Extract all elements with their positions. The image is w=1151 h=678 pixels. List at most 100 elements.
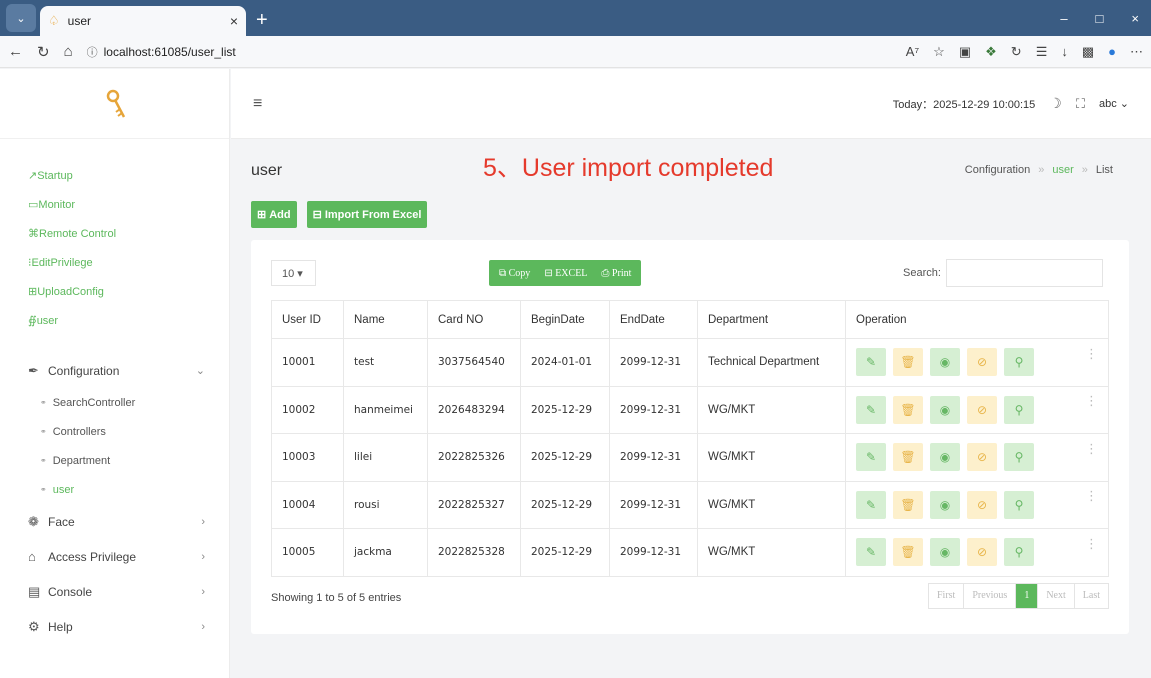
pager-page-1[interactable]: 1 bbox=[1015, 584, 1038, 608]
back-icon[interactable]: ← bbox=[8, 43, 23, 60]
more-vertical-icon[interactable]: ⋮ bbox=[1085, 442, 1098, 457]
browser-tab[interactable]: ♤ user × bbox=[40, 6, 246, 36]
col-department[interactable]: Department bbox=[697, 300, 846, 339]
cell-operations: ✎ 🗑︎ ◉ ⊘ ⚲ ⋮ bbox=[845, 433, 1109, 482]
maximize-icon[interactable]: □ bbox=[1096, 11, 1104, 26]
add-button[interactable]: ⊞ Add bbox=[251, 201, 297, 228]
table-row: 10001 test 3037564540 2024-01-01 2099-12… bbox=[271, 338, 1109, 387]
lock-icon[interactable]: ⚲ bbox=[1004, 348, 1034, 377]
more-vertical-icon[interactable]: ⋮ bbox=[1085, 347, 1098, 362]
refresh-extension-icon[interactable]: ↻ bbox=[1011, 44, 1022, 60]
edit-icon[interactable]: ✎ bbox=[856, 443, 886, 472]
more-vertical-icon[interactable]: ⋮ bbox=[1085, 537, 1098, 552]
user-menu[interactable]: abc ⌄ bbox=[1099, 97, 1129, 110]
col-end-date[interactable]: EndDate bbox=[609, 300, 698, 339]
col-begin-date[interactable]: BeginDate bbox=[520, 300, 610, 339]
edit-icon[interactable]: ✎ bbox=[856, 490, 886, 519]
read-aloud-icon[interactable]: A⁷ bbox=[906, 44, 919, 59]
more-vertical-icon[interactable]: ⋮ bbox=[1085, 489, 1098, 504]
table-toolbar: 10 ▾ ⧉ Copy ⊟ EXCEL ⎙ Print Search: bbox=[251, 240, 1129, 300]
delete-icon[interactable]: 🗑︎ bbox=[893, 443, 923, 472]
edit-icon[interactable]: ✎ bbox=[856, 348, 886, 377]
cell-operations: ✎ 🗑︎ ◉ ⊘ ⚲ ⋮ bbox=[845, 480, 1109, 529]
close-window-icon[interactable]: × bbox=[1131, 11, 1139, 26]
excel-button[interactable]: ⊟ EXCEL bbox=[544, 268, 587, 279]
sidebar-subitem-user[interactable]: ⚭ user bbox=[0, 475, 229, 504]
quick-link-remote-control[interactable]: ⌘Remote Control bbox=[28, 225, 229, 254]
minimize-icon[interactable]: – bbox=[1060, 11, 1067, 26]
pager-last[interactable]: Last bbox=[1073, 584, 1108, 608]
lock-icon[interactable]: ⚲ bbox=[1004, 443, 1034, 472]
screenshot-icon[interactable]: ▩ bbox=[1082, 44, 1094, 60]
disable-icon[interactable]: ⊘ bbox=[967, 490, 997, 519]
delete-icon[interactable]: 🗑︎ bbox=[893, 348, 923, 377]
menu-toggle-icon[interactable]: ≡ bbox=[253, 95, 262, 113]
camera-icon[interactable]: ◉ bbox=[930, 348, 960, 377]
disable-icon[interactable]: ⊘ bbox=[967, 443, 997, 472]
sidebar-item-help[interactable]: ⚙ Help › bbox=[0, 609, 229, 644]
sidebar-item-configuration[interactable]: ✒ Configuration ⌄ bbox=[0, 353, 229, 388]
quick-link-startup[interactable]: ↗Startup bbox=[28, 167, 229, 196]
extension-icon[interactable]: ❖ bbox=[985, 44, 997, 60]
close-tab-icon[interactable]: × bbox=[230, 13, 238, 29]
favorite-star-icon[interactable]: ☆ bbox=[933, 44, 945, 60]
col-card-no[interactable]: Card NO bbox=[427, 300, 521, 339]
print-button[interactable]: ⎙ Print bbox=[601, 268, 631, 279]
camera-icon[interactable]: ◉ bbox=[930, 395, 960, 424]
breadcrumb-user[interactable]: user bbox=[1052, 164, 1073, 176]
info-icon[interactable]: ⓘ bbox=[87, 44, 98, 60]
lock-icon[interactable]: ⚲ bbox=[1004, 490, 1034, 519]
quick-link-upload-config[interactable]: ⊞UploadConfig bbox=[28, 283, 229, 312]
home-icon[interactable]: ⌂ bbox=[64, 43, 73, 60]
pager-next[interactable]: Next bbox=[1037, 584, 1073, 608]
url-field[interactable]: ⓘ localhost:61085/user_list bbox=[87, 44, 892, 60]
fullscreen-icon[interactable]: ⛶ bbox=[1076, 96, 1085, 112]
quick-link-edit-privilege[interactable]: ⁝EditPrivilege bbox=[28, 254, 229, 283]
sidebar-subitem-controllers[interactable]: ⚭ Controllers bbox=[0, 417, 229, 446]
sidebar-item-face[interactable]: ❁ Face › bbox=[0, 504, 229, 539]
lock-icon[interactable]: ⚲ bbox=[1004, 395, 1034, 424]
page-size-select[interactable]: 10 ▾ bbox=[271, 260, 316, 286]
sidebar: ↗Startup ▭Monitor ⌘Remote Control ⁝EditP… bbox=[0, 69, 230, 678]
app-logo[interactable] bbox=[0, 69, 229, 139]
more-vertical-icon[interactable]: ⋮ bbox=[1085, 394, 1098, 409]
import-excel-button[interactable]: ⊟ Import From Excel bbox=[306, 201, 428, 228]
favorites-icon[interactable]: ☰ bbox=[1036, 44, 1048, 60]
window-controls: – □ × bbox=[1060, 11, 1151, 36]
pager-previous[interactable]: Previous bbox=[963, 584, 1015, 608]
search-input[interactable] bbox=[946, 259, 1103, 287]
camera-icon[interactable]: ◉ bbox=[930, 538, 960, 567]
disable-icon[interactable]: ⊘ bbox=[967, 395, 997, 424]
theme-toggle-icon[interactable]: ☽ bbox=[1049, 95, 1062, 112]
col-user-id[interactable]: User ID bbox=[271, 300, 344, 339]
col-name[interactable]: Name bbox=[343, 300, 428, 339]
chevron-right-icon: › bbox=[201, 585, 205, 598]
sidebar-subitem-searchcontroller[interactable]: ⚭ SearchController bbox=[0, 388, 229, 417]
more-icon[interactable]: ⋯ bbox=[1130, 44, 1143, 60]
download-icon[interactable]: ↓ bbox=[1061, 44, 1068, 59]
disable-icon[interactable]: ⊘ bbox=[967, 348, 997, 377]
disable-icon[interactable]: ⊘ bbox=[967, 538, 997, 567]
delete-icon[interactable]: 🗑︎ bbox=[893, 395, 923, 424]
copy-button[interactable]: ⧉ Copy bbox=[499, 268, 530, 279]
profile-icon[interactable]: ● bbox=[1108, 44, 1116, 59]
new-tab-button[interactable]: + bbox=[256, 10, 268, 30]
edit-icon[interactable]: ✎ bbox=[856, 395, 886, 424]
tab-actions-button[interactable]: ⌄ bbox=[6, 4, 36, 32]
pager-first[interactable]: First bbox=[929, 584, 963, 608]
sidebar-item-access-privilege[interactable]: ⌂ Access Privilege › bbox=[0, 539, 229, 574]
edit-icon[interactable]: ✎ bbox=[856, 538, 886, 567]
quick-link-monitor[interactable]: ▭Monitor bbox=[28, 196, 229, 225]
sidebar-item-console[interactable]: ▤ Console › bbox=[0, 574, 229, 609]
refresh-icon[interactable]: ↻ bbox=[37, 43, 50, 61]
sidebar-subitem-department[interactable]: ⚭ Department bbox=[0, 446, 229, 475]
tab-preview-icon[interactable]: ▣ bbox=[959, 44, 971, 60]
delete-icon[interactable]: 🗑︎ bbox=[893, 490, 923, 519]
quick-link-user[interactable]: ∯user bbox=[28, 312, 229, 341]
camera-icon[interactable]: ◉ bbox=[930, 490, 960, 519]
camera-icon[interactable]: ◉ bbox=[930, 443, 960, 472]
breadcrumb-configuration[interactable]: Configuration bbox=[965, 164, 1030, 176]
delete-icon[interactable]: 🗑︎ bbox=[893, 538, 923, 567]
export-buttons: ⧉ Copy ⊟ EXCEL ⎙ Print bbox=[489, 260, 642, 286]
lock-icon[interactable]: ⚲ bbox=[1004, 538, 1034, 567]
